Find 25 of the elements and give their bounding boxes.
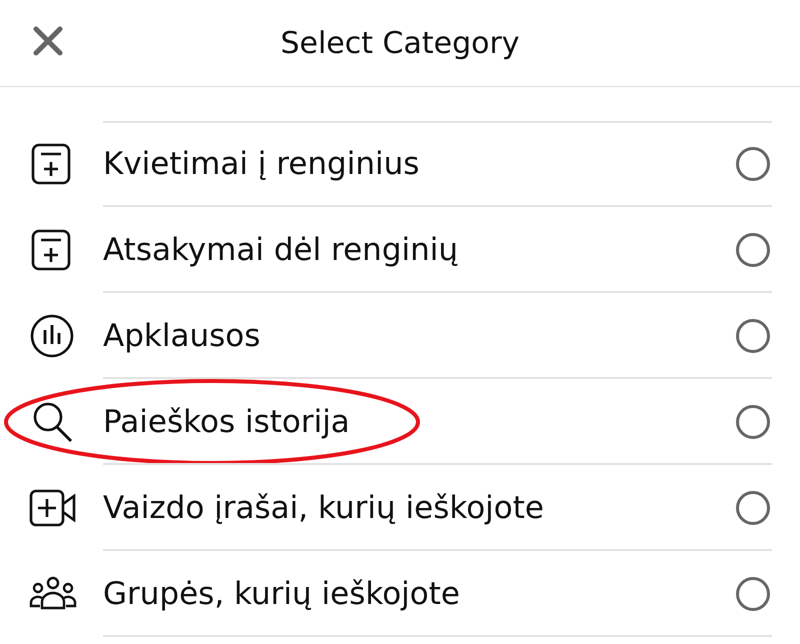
category-option[interactable]: Atsakymai dėl renginių — [0, 207, 800, 293]
category-label: Apklausos — [103, 318, 262, 354]
group-icon — [29, 576, 77, 612]
radio-button[interactable] — [736, 319, 770, 353]
dialog-title: Select Category — [280, 26, 520, 60]
poll-icon — [29, 313, 75, 359]
category-label: Atsakymai dėl renginių — [103, 232, 460, 268]
calendar-plus-icon — [29, 228, 73, 272]
category-option[interactable]: Grupės, kurių ieškojote — [0, 551, 800, 637]
category-label: Kvietimai į renginius — [103, 146, 420, 182]
radio-button[interactable] — [736, 405, 770, 439]
radio-button[interactable] — [736, 491, 770, 525]
radio-button[interactable] — [736, 147, 770, 181]
radio-button[interactable] — [736, 577, 770, 611]
category-option[interactable]: Apklausos — [0, 293, 800, 379]
category-label: Vaizdo įrašai, kurių ieškojote — [103, 490, 545, 526]
close-icon — [32, 25, 64, 57]
category-label: Paieškos istorija — [103, 404, 351, 440]
calendar-plus-icon — [29, 142, 73, 186]
video-plus-icon — [29, 488, 77, 528]
category-label: Grupės, kurių ieškojote — [103, 576, 461, 612]
category-option[interactable]: Kvietimai į renginius — [0, 121, 800, 207]
radio-button[interactable] — [736, 233, 770, 267]
category-option[interactable]: Vaizdo įrašai, kurių ieškojote — [0, 465, 800, 551]
category-option[interactable]: Paieškos istorija — [0, 379, 800, 465]
